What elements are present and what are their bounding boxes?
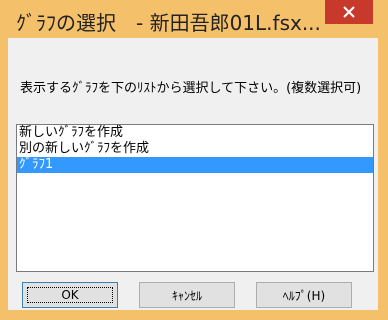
dialog-body: 表示するｸﾞﾗﾌを下のﾘｽﾄから選択して下さい。(複数選択可) 新しいｸﾞﾗﾌを…	[8, 38, 378, 310]
graph-listbox[interactable]: 新しいｸﾞﾗﾌを作成 別の新しいｸﾞﾗﾌを作成 ｸﾞﾗﾌ1	[16, 124, 374, 272]
list-item-graph1[interactable]: ｸﾞﾗﾌ1	[17, 157, 373, 173]
dialog-window: ｸﾞﾗﾌの選択 - 新田吾郎01L.fsx... 表示するｸﾞﾗﾌを下のﾘｽﾄか…	[0, 0, 388, 320]
close-button[interactable]	[325, 0, 373, 24]
instruction-text: 表示するｸﾞﾗﾌを下のﾘｽﾄから選択して下さい。(複数選択可)	[20, 81, 362, 96]
list-item-another-new-graph[interactable]: 別の新しいｸﾞﾗﾌを作成	[17, 141, 373, 157]
window-bottom-border	[0, 310, 388, 320]
help-button-label: ﾍﾙﾌﾟ(H)	[282, 288, 326, 303]
list-item-new-graph[interactable]: 新しいｸﾞﾗﾌを作成	[17, 125, 373, 141]
help-button[interactable]: ﾍﾙﾌﾟ(H)	[256, 282, 352, 308]
ok-button[interactable]: OK	[22, 282, 118, 308]
title-bar[interactable]: ｸﾞﾗﾌの選択 - 新田吾郎01L.fsx...	[0, 0, 388, 38]
cancel-button-label: ｷｬﾝｾﾙ	[171, 288, 202, 303]
focus-rectangle	[27, 287, 113, 303]
close-icon	[343, 6, 355, 18]
cancel-button[interactable]: ｷｬﾝｾﾙ	[139, 282, 235, 308]
window-title: ｸﾞﾗﾌの選択 - 新田吾郎01L.fsx...	[16, 11, 321, 35]
